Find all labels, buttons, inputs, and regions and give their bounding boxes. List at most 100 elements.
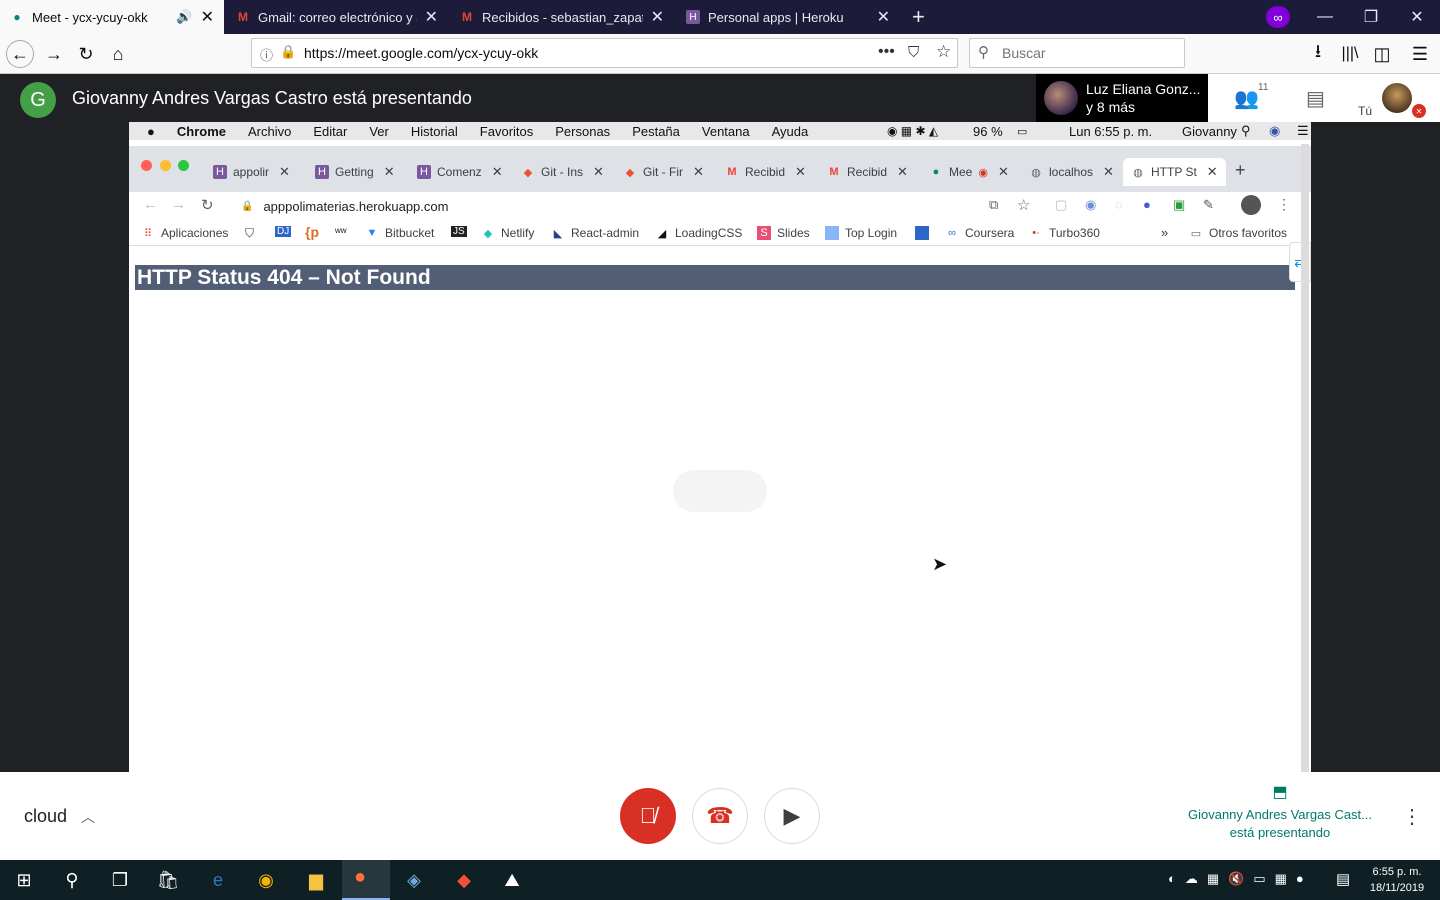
search-input[interactable]: ⚲ Buscar [969, 38, 1185, 68]
tab-gmail[interactable]: M Gmail: correo electrónico y alm ✕ [226, 0, 448, 34]
js-icon[interactable]: JS [451, 226, 467, 237]
bookmark-icon[interactable]: ⛉ [245, 226, 254, 241]
close-icon[interactable]: ✕ [201, 7, 214, 27]
bookmark-item[interactable]: ◢ LoadingCSS [655, 226, 743, 240]
firefox-taskbar-button[interactable]: ● [342, 860, 390, 900]
more-actions-icon[interactable]: ••• [878, 43, 895, 61]
git-button[interactable]: ◆ [450, 866, 478, 894]
bookmark-folder[interactable]: ▭ Otros favoritos [1189, 226, 1287, 240]
close-icon[interactable]: ✕ [425, 7, 438, 27]
bookmark-item[interactable]: ∞ Coursera [945, 226, 1014, 240]
chrome-button[interactable]: ◉ [252, 866, 280, 894]
more-bookmarks-icon[interactable]: » [1161, 225, 1168, 240]
bookmark-icon[interactable]: ʷʷ [335, 225, 347, 239]
new-tab-button[interactable]: + [1235, 160, 1246, 181]
tab-heroku[interactable]: H Personal apps | Heroku ✕ [676, 0, 900, 34]
bookmark-item[interactable]: ◣ React-admin [551, 226, 639, 240]
notifications-icon[interactable]: ▤ [1336, 870, 1350, 888]
chrome-tab[interactable]: ● Mee ◉ ✕ [929, 158, 1009, 186]
bookmark-icon[interactable]: DJ [275, 226, 292, 237]
chrome-tab[interactable]: Happolir ✕ [213, 158, 290, 186]
close-icon[interactable]: ✕ [877, 7, 890, 27]
people-button[interactable]: 👥 11 [1234, 82, 1268, 111]
chat-button[interactable]: ▤ [1306, 86, 1325, 111]
extension-icon[interactable]: ▢ [1055, 197, 1067, 213]
close-icon[interactable]: ✕ [279, 164, 290, 180]
more-vert-icon[interactable]: ⋮ [1277, 196, 1291, 213]
search-button[interactable]: ⚲ [58, 866, 86, 894]
close-icon[interactable]: ✕ [1103, 164, 1114, 180]
system-tray-icons[interactable]: ◐☁▦🔇▭▦● [1168, 871, 1313, 887]
forward-button[interactable]: → [171, 196, 186, 213]
close-icon[interactable]: ✕ [593, 164, 604, 180]
chrome-tab[interactable]: M Recibid ✕ [827, 158, 908, 186]
bookmark-item[interactable]: ▼ Bitbucket [365, 226, 435, 240]
participant-card[interactable]: Luz Eliana Gonz... y 8 más [1036, 74, 1208, 122]
close-icon[interactable]: ✕ [693, 164, 704, 180]
translate-icon[interactable]: ⧉ [989, 197, 998, 213]
eyedropper-icon[interactable]: ✎ [1203, 197, 1214, 213]
reload-button[interactable]: ↻ [201, 196, 214, 214]
start-button[interactable]: ⊞ [10, 866, 38, 894]
self-avatar[interactable] [1382, 83, 1412, 113]
chrome-tab[interactable]: M Recibid ✕ [725, 158, 806, 186]
close-icon[interactable]: ✕ [492, 164, 503, 180]
extension-icon[interactable]: ◌ [1115, 197, 1123, 212]
info-icon[interactable]: ⓘ [260, 45, 273, 64]
sidebar-button[interactable]: ◫ [1368, 40, 1396, 68]
mac-minimize-dot[interactable] [160, 160, 171, 171]
chrome-tab[interactable]: ◆ Git - Ins ✕ [521, 158, 604, 186]
forward-button[interactable]: → [40, 40, 68, 68]
back-button[interactable]: ← [6, 40, 34, 68]
back-button[interactable]: ← [143, 196, 158, 213]
mac-close-dot[interactable] [141, 160, 152, 171]
chrome-tab[interactable]: H Comenz ✕ [417, 158, 503, 186]
extension-icon[interactable]: ◉ [1085, 197, 1096, 213]
task-view-button[interactable]: ❐ [106, 866, 134, 894]
extension-icon[interactable]: ● [1143, 197, 1151, 212]
edge-button[interactable]: e [204, 866, 232, 894]
photos-button[interactable]: ⛰ [498, 866, 526, 894]
close-icon[interactable]: ✕ [998, 164, 1009, 180]
new-tab-button[interactable]: + [902, 0, 930, 34]
extension-icon[interactable]: ▣ [1173, 197, 1185, 213]
downloads-button[interactable]: ⭳ [1304, 40, 1332, 68]
scrollbar[interactable] [1301, 144, 1309, 772]
file-explorer-button[interactable]: ▆ [302, 866, 330, 894]
bookmark-star-icon[interactable]: ☆ [936, 42, 951, 62]
minimize-button[interactable]: — [1302, 0, 1348, 34]
close-icon[interactable]: ✕ [795, 164, 806, 180]
store-button[interactable]: 🛍 [154, 866, 182, 894]
chrome-tab[interactable]: H Getting ✕ [315, 158, 395, 186]
reload-button[interactable]: ↻ [72, 40, 100, 68]
chrome-url-bar[interactable]: 🔒 apppolimaterias.herokuapp.com [229, 194, 1069, 218]
close-icon[interactable]: ✕ [651, 7, 664, 27]
chrome-tab-active[interactable]: ◍ HTTP St ✕ [1123, 158, 1226, 186]
tab-meet[interactable]: ● Meet - ycx-ycuy-okk 🔊 ✕ [0, 0, 224, 34]
leave-call-button[interactable]: ☎ [692, 788, 748, 844]
profile-avatar[interactable] [1241, 195, 1261, 215]
home-button[interactable]: ⌂ [104, 40, 132, 68]
microphone-toggle-button[interactable]: 🎙̸ [620, 788, 676, 844]
bookmark-item[interactable]: •· Turbo360 [1029, 226, 1100, 240]
chrome-tab[interactable]: ◆ Git - Fir ✕ [623, 158, 704, 186]
camera-toggle-button[interactable]: ▶ [764, 788, 820, 844]
speaker-icon[interactable]: 🔊 [176, 9, 192, 25]
clock[interactable]: 6:55 p. m. 18/11/2019 [1362, 864, 1432, 896]
close-window-button[interactable]: ✕ [1394, 0, 1440, 34]
bookmark-item[interactable]: S Slides [757, 226, 810, 240]
close-icon[interactable]: ✕ [897, 164, 908, 180]
more-options-button[interactable]: ⋮ [1402, 804, 1422, 829]
bookmark-item[interactable]: ⠿ Aplicaciones [141, 226, 228, 240]
app-button[interactable]: ◈ [400, 866, 428, 894]
library-button[interactable]: |||\ [1336, 40, 1364, 68]
bookmark-icon[interactable]: {p [305, 224, 319, 240]
menu-button[interactable]: ☰ [1406, 40, 1434, 68]
restore-button[interactable]: ❐ [1348, 0, 1394, 34]
mac-zoom-dot[interactable] [178, 160, 189, 171]
meeting-details-button[interactable]: cloud ︿ [24, 806, 95, 827]
close-icon[interactable]: ✕ [384, 164, 395, 180]
chrome-tab[interactable]: ◍ localhos ✕ [1029, 158, 1114, 186]
bookmark-item[interactable]: Top Login [825, 226, 897, 240]
tab-recibidos[interactable]: M Recibidos - sebastian_zapata82 ✕ [450, 0, 674, 34]
